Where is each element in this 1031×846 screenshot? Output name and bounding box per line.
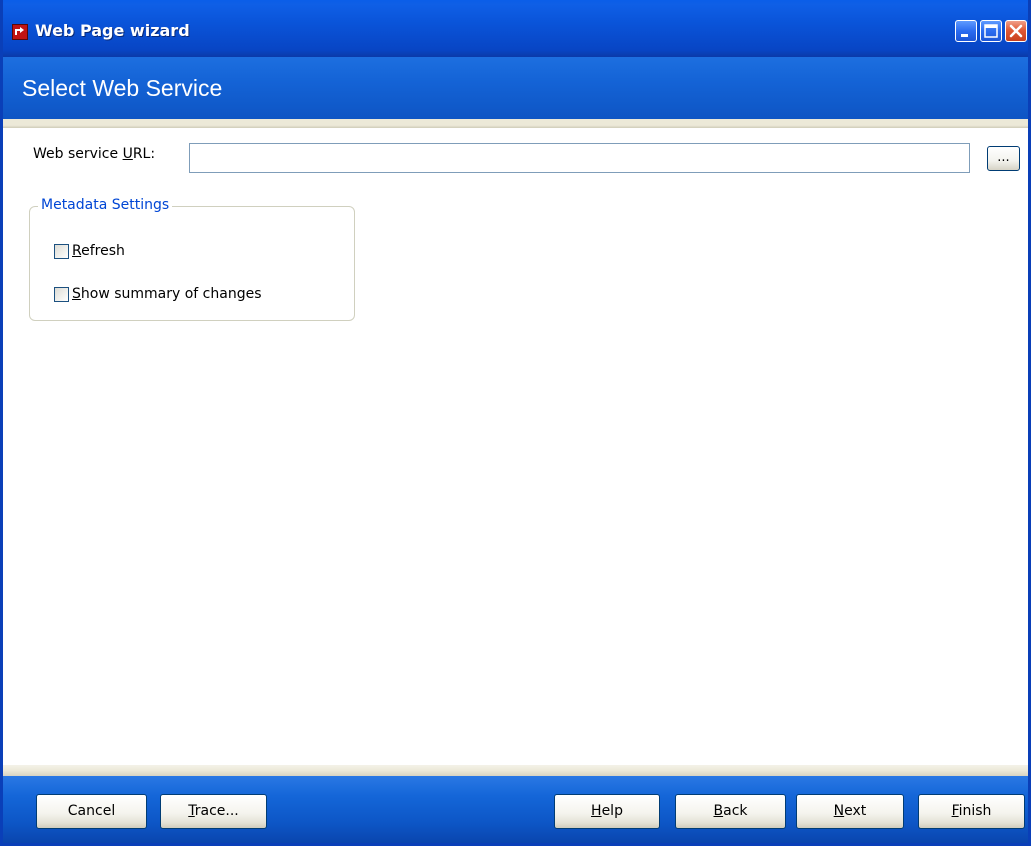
next-button[interactable]: Next — [796, 794, 904, 829]
next-label-accel: N — [833, 803, 845, 819]
show-summary-label[interactable]: Show summary of changes — [72, 286, 262, 302]
refresh-label[interactable]: Refresh — [72, 243, 125, 259]
trace-button[interactable]: Trace... — [160, 794, 267, 829]
minimize-button[interactable] — [955, 20, 977, 42]
maximize-icon — [984, 24, 998, 38]
header-divider — [3, 119, 1028, 128]
wizard-window: Web Page wizard Select Web Service Web s… — [0, 0, 1031, 846]
header-band: Select Web Service — [3, 57, 1028, 119]
title-bar[interactable]: Web Page wizard — [3, 0, 1028, 58]
back-label-rest: ack — [723, 803, 748, 819]
cancel-button[interactable]: Cancel — [36, 794, 147, 829]
refresh-option[interactable]: Refresh — [54, 241, 125, 261]
show-summary-label-accel: S — [72, 286, 81, 302]
url-label-suffix: RL: — [132, 146, 156, 162]
close-icon — [1009, 24, 1023, 38]
close-button[interactable] — [1005, 20, 1027, 42]
help-label-rest: elp — [601, 803, 623, 819]
metadata-settings-legend: Metadata Settings — [38, 197, 173, 213]
help-label-accel: H — [591, 803, 602, 819]
show-summary-option[interactable]: Show summary of changes — [54, 284, 262, 304]
refresh-label-accel: R — [72, 243, 82, 259]
finish-label-accel: F — [951, 803, 959, 819]
finish-button[interactable]: Finish — [918, 794, 1025, 829]
footer-divider — [3, 765, 1028, 776]
browse-button[interactable]: ... — [987, 146, 1020, 171]
trace-label-rest: race... — [194, 803, 239, 819]
next-label-rest: ext — [844, 803, 867, 819]
show-summary-label-rest: how summary of changes — [80, 286, 262, 302]
web-service-url-input[interactable] — [189, 143, 970, 173]
url-label: Web service URL: — [33, 146, 155, 162]
url-label-accel: U — [122, 146, 133, 162]
page-title: Select Web Service — [22, 75, 223, 101]
cancel-label: Cancel — [67, 803, 116, 819]
finish-label-rest: inish — [958, 803, 992, 819]
metadata-settings-group: Metadata Settings Refresh Show summary o… — [29, 197, 355, 321]
show-summary-checkbox[interactable] — [54, 286, 69, 302]
window-title: Web Page wizard — [35, 21, 190, 40]
maximize-button[interactable] — [980, 20, 1002, 42]
refresh-checkbox[interactable] — [54, 243, 69, 259]
back-button[interactable]: Back — [675, 794, 786, 829]
back-label-accel: B — [713, 803, 724, 819]
minimize-icon — [961, 34, 968, 37]
refresh-label-rest: efresh — [81, 243, 125, 259]
url-label-prefix: Web service — [33, 146, 123, 162]
button-bar: Cancel Trace... Help Back Next Finish — [3, 776, 1028, 843]
content-area: Web service URL: ... Metadata Settings R… — [3, 128, 1028, 765]
app-icon — [12, 24, 28, 40]
help-button[interactable]: Help — [554, 794, 660, 829]
